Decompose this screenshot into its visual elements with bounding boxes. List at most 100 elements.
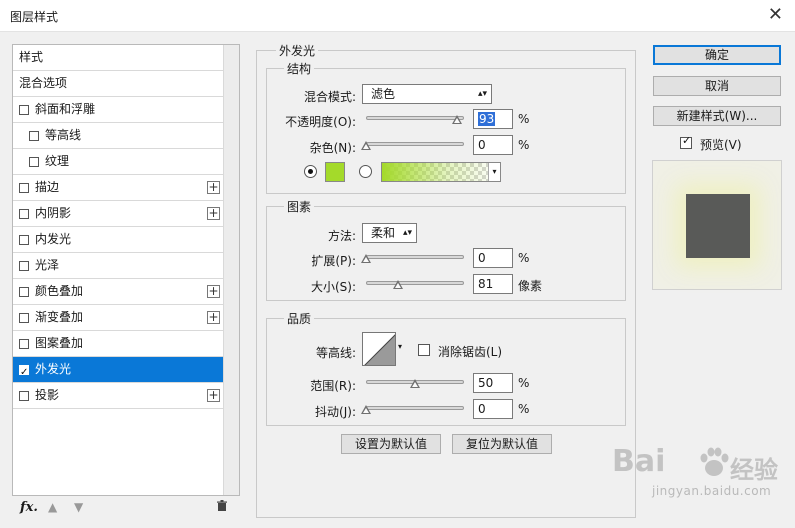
move-down-icon[interactable]: ▼	[74, 500, 83, 514]
style-item[interactable]: 外发光	[13, 357, 224, 385]
jitter-input[interactable]: 0	[473, 399, 513, 419]
technique-label: 方法:	[327, 229, 356, 243]
style-item[interactable]: 内发光	[13, 227, 224, 253]
style-item-checkbox[interactable]	[19, 183, 29, 193]
noise-label: 杂色(N):	[309, 141, 356, 155]
style-item-checkbox[interactable]	[29, 157, 39, 167]
opacity-unit: %	[518, 112, 530, 126]
style-item-label: 渐变叠加	[35, 310, 84, 324]
opacity-input[interactable]: 93	[473, 109, 513, 129]
style-item-label: 混合选项	[19, 76, 68, 90]
quality-title: 品质	[284, 310, 315, 327]
size-slider-thumb[interactable]	[392, 280, 403, 289]
style-item[interactable]: 混合选项	[13, 71, 224, 97]
anti-alias-label: 消除锯齿(L)	[438, 345, 503, 359]
gradient-dropdown-icon[interactable]: ▾	[488, 163, 500, 181]
opacity-slider-thumb[interactable]	[452, 115, 463, 124]
add-effect-icon[interactable]: +	[207, 181, 220, 194]
style-item[interactable]: 图案叠加	[13, 331, 224, 357]
style-item-checkbox[interactable]	[19, 360, 29, 385]
preview-thumbnail	[652, 160, 782, 290]
style-item-checkbox[interactable]	[19, 313, 29, 323]
style-item[interactable]: 等高线	[13, 123, 224, 149]
make-default-button[interactable]: 设置为默认值	[341, 434, 441, 454]
style-item[interactable]: 描边 +	[13, 175, 224, 201]
style-item-checkbox[interactable]	[19, 105, 29, 115]
contour-label: 等高线:	[315, 346, 356, 360]
range-label: 范围(R):	[310, 379, 356, 393]
solid-color-radio[interactable]	[304, 165, 317, 178]
jitter-slider-thumb[interactable]	[361, 405, 371, 414]
move-up-icon[interactable]: ▲	[48, 500, 57, 514]
style-item-label: 等高线	[45, 128, 82, 142]
style-item[interactable]: 颜色叠加 +	[13, 279, 224, 305]
jitter-slider[interactable]	[361, 403, 464, 414]
spread-input[interactable]: 0	[473, 248, 513, 268]
style-list-toolbar: fx. ▲ ▼	[12, 498, 240, 520]
glow-color-swatch[interactable]	[325, 162, 345, 182]
watermark-brand: Bai	[612, 444, 666, 479]
range-input[interactable]: 50	[473, 373, 513, 393]
style-item-checkbox[interactable]	[19, 209, 29, 219]
blend-mode-select[interactable]: 滤色 ▴▾	[362, 84, 492, 104]
style-item-checkbox[interactable]	[29, 131, 39, 141]
size-input[interactable]: 81	[473, 274, 513, 294]
style-item-label: 光泽	[35, 258, 60, 272]
spread-slider[interactable]	[361, 252, 464, 263]
style-item[interactable]: 内阴影 +	[13, 201, 224, 227]
title-bar: 图层样式 ✕	[0, 0, 795, 32]
opacity-label: 不透明度(O):	[285, 115, 356, 129]
style-item[interactable]: 渐变叠加 +	[13, 305, 224, 331]
add-effect-icon[interactable]: +	[207, 389, 220, 402]
style-item-label: 内发光	[35, 232, 72, 246]
style-item-checkbox[interactable]	[19, 287, 29, 297]
style-item-checkbox[interactable]	[19, 339, 29, 349]
reset-default-button[interactable]: 复位为默认值	[452, 434, 552, 454]
add-effect-icon[interactable]: +	[207, 311, 220, 324]
technique-select[interactable]: 柔和 ▴▾	[362, 223, 417, 243]
add-effect-icon[interactable]: +	[207, 207, 220, 220]
add-effect-icon[interactable]: +	[207, 285, 220, 298]
trash-icon[interactable]	[216, 500, 228, 515]
anti-alias-checkbox[interactable]	[418, 344, 430, 356]
select-arrows-icon: ▴▾	[402, 228, 412, 238]
style-item[interactable]: 纹理	[13, 149, 224, 175]
baidu-watermark: Bai du 经验 jingyan.baidu.com	[612, 440, 792, 520]
glow-gradient-picker[interactable]: ▾	[381, 162, 501, 182]
new-style-button[interactable]: 新建样式(W)...	[653, 106, 781, 126]
noise-slider[interactable]	[361, 139, 464, 150]
contour-dropdown-icon[interactable]: ▾	[398, 342, 402, 351]
style-item-label: 颜色叠加	[35, 284, 84, 298]
blend-mode-label: 混合模式:	[303, 90, 356, 104]
range-slider-thumb[interactable]	[410, 379, 420, 388]
preview-checkbox[interactable]	[680, 134, 692, 149]
gradient-radio[interactable]	[359, 165, 372, 178]
contour-picker[interactable]	[362, 332, 396, 366]
outer-glow-title: 外发光	[276, 42, 319, 59]
style-item-label: 斜面和浮雕	[35, 102, 96, 116]
style-item-checkbox[interactable]	[19, 235, 29, 245]
style-item-checkbox[interactable]	[19, 261, 29, 271]
style-item[interactable]: 投影 +	[13, 383, 224, 409]
fx-menu-button[interactable]: fx.	[20, 500, 38, 515]
size-unit: 像素	[518, 279, 543, 293]
cancel-button[interactable]: 取消	[653, 76, 781, 96]
noise-input[interactable]: 0	[473, 135, 513, 155]
ok-button[interactable]: 确定	[653, 45, 781, 65]
spread-slider-thumb[interactable]	[361, 254, 371, 263]
jitter-unit: %	[518, 402, 530, 416]
style-item[interactable]: 光泽	[13, 253, 224, 279]
close-icon[interactable]: ✕	[768, 6, 783, 24]
spread-label: 扩展(P):	[311, 254, 356, 268]
style-item-checkbox[interactable]	[19, 391, 29, 401]
noise-slider-thumb[interactable]	[361, 141, 371, 150]
style-item[interactable]: 样式	[13, 45, 224, 71]
style-item[interactable]: 斜面和浮雕	[13, 97, 224, 123]
style-items: 样式混合选项斜面和浮雕等高线纹理 描边 + 内阴影 + 内发光光泽颜色叠加 + 渐变叠加 + 图案…	[13, 45, 224, 409]
range-unit: %	[518, 376, 530, 390]
size-slider[interactable]	[366, 278, 464, 289]
range-slider[interactable]	[366, 377, 464, 388]
style-list-scrollbar[interactable]	[223, 45, 239, 495]
window-title: 图层样式	[10, 10, 59, 24]
opacity-slider[interactable]	[366, 113, 464, 124]
